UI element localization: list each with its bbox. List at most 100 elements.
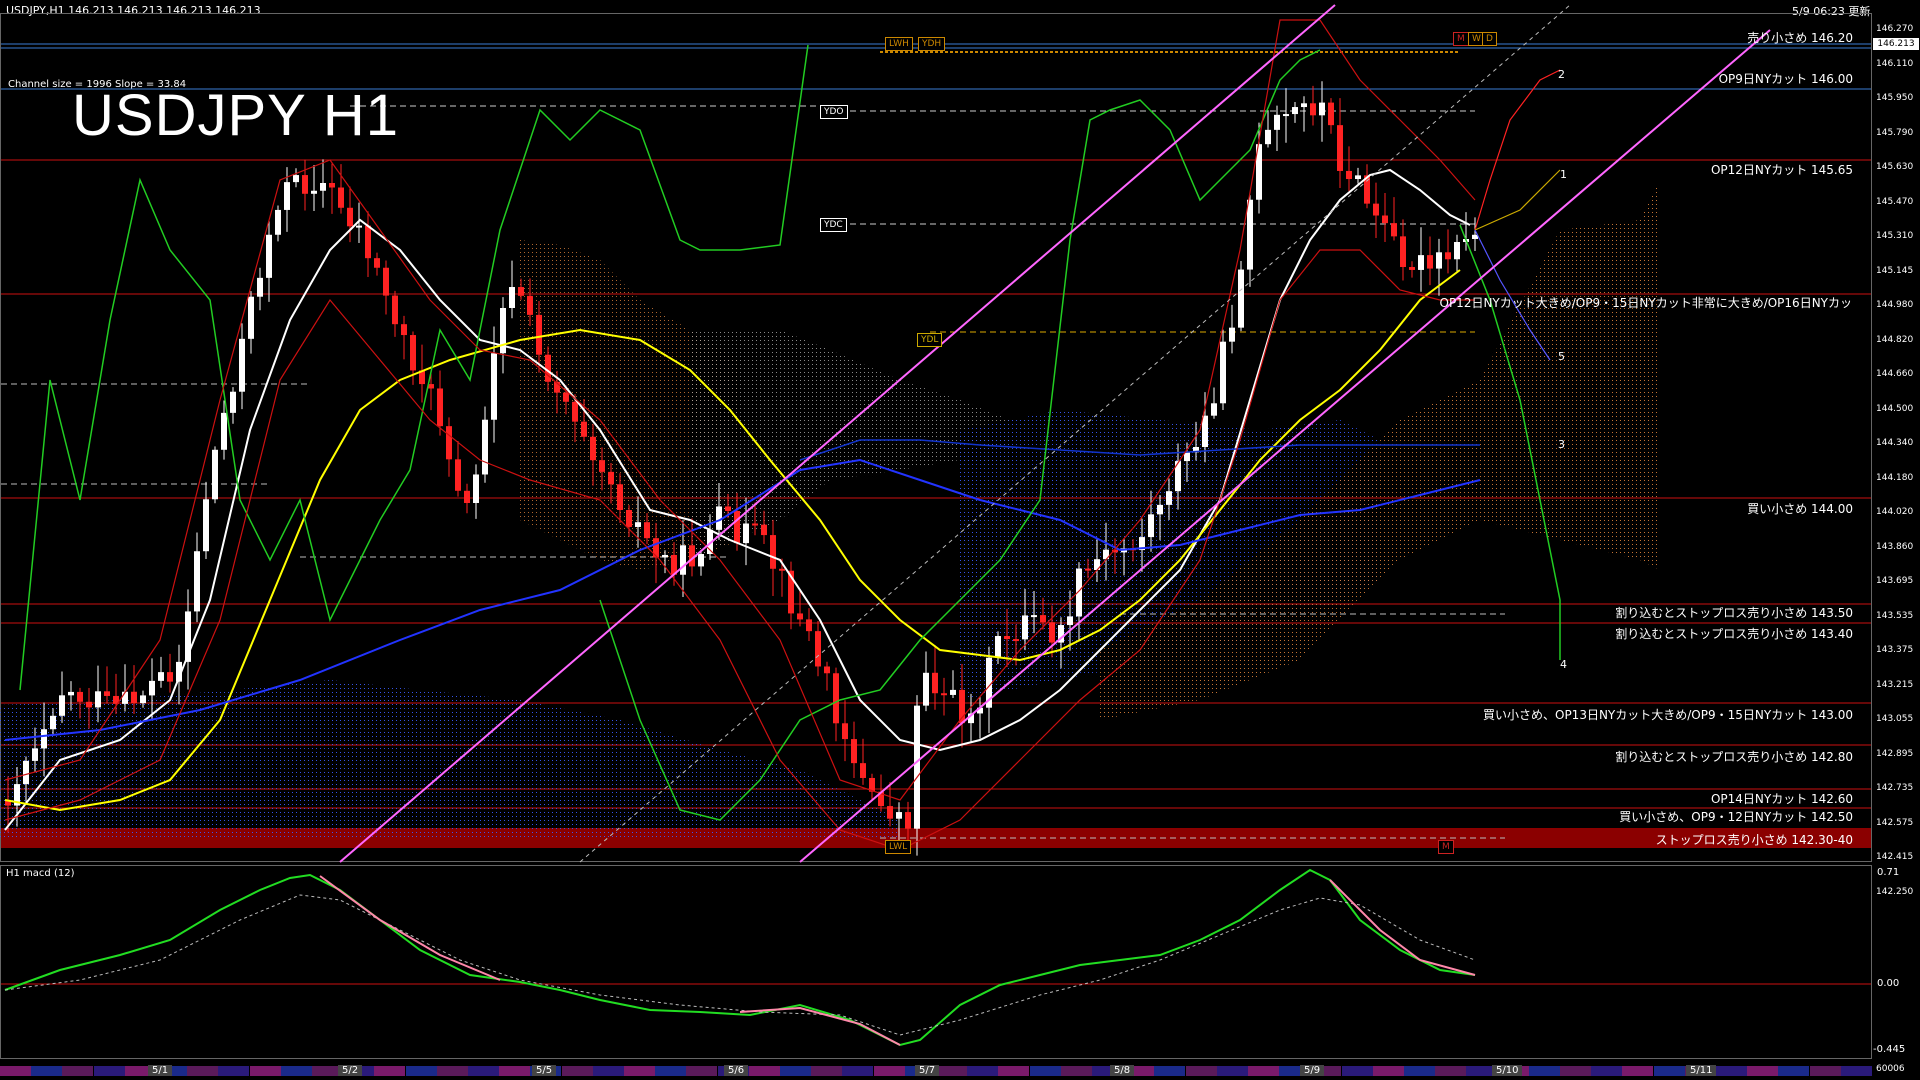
candle-body xyxy=(842,723,848,740)
price-annotation: 売り小さめ 146.20 xyxy=(1747,31,1853,45)
candle-body xyxy=(626,510,632,527)
date-segment xyxy=(1248,1066,1279,1076)
candle-body xyxy=(1220,341,1226,404)
candle-body xyxy=(860,763,866,778)
candle-body xyxy=(572,401,578,422)
date-segment xyxy=(967,1066,999,1076)
level-tag-m: M xyxy=(1453,32,1469,46)
candle-body xyxy=(104,691,110,696)
candle-body xyxy=(455,459,461,491)
candle-body xyxy=(1418,255,1424,270)
candle-body xyxy=(590,436,596,461)
candle-body xyxy=(1346,170,1352,180)
date-segment xyxy=(1404,1066,1435,1076)
level-tag-d: D xyxy=(1482,32,1497,46)
candle-body xyxy=(905,812,911,829)
date-segment xyxy=(561,1066,593,1076)
date-label: 5/9 xyxy=(1300,1065,1325,1076)
candle-body xyxy=(374,258,380,268)
candle-body xyxy=(365,225,371,259)
candle-body xyxy=(635,522,641,527)
candle-body xyxy=(1202,415,1208,447)
candle-body xyxy=(608,471,614,485)
date-segment xyxy=(842,1066,874,1076)
cloud-blue-lower xyxy=(0,680,900,840)
candle-body xyxy=(1040,615,1046,623)
candle-body xyxy=(914,705,920,829)
candle-body xyxy=(563,392,569,402)
candle-body xyxy=(194,551,200,612)
macd-panel-label: H1 macd (12) xyxy=(6,868,75,879)
chart-big-title: USDJPY H1 xyxy=(72,83,400,148)
price-scale-label: 145.145 xyxy=(1876,265,1914,276)
price-scale-label: 144.180 xyxy=(1876,472,1914,483)
candle-body xyxy=(95,691,101,708)
candle-body xyxy=(815,631,821,667)
candle-body xyxy=(311,190,317,194)
candle-body xyxy=(1211,403,1217,416)
date-segment xyxy=(1809,1066,1841,1076)
candle-body xyxy=(482,419,488,475)
price-scale[interactable]: 146.270 146.110 145.950 145.790 145.630 145.4… xyxy=(1872,0,1920,897)
candle-body xyxy=(1157,504,1163,515)
price-chart-canvas[interactable] xyxy=(0,0,1920,1080)
date-label: 5/11 xyxy=(1686,1065,1717,1076)
candle-body xyxy=(851,739,857,764)
candle-body xyxy=(203,499,209,552)
price-scale-label: 142.735 xyxy=(1876,783,1914,793)
candle-body xyxy=(932,672,938,694)
candle-body xyxy=(950,689,956,695)
price-annotation: OP9日NYカット 146.00 xyxy=(1718,72,1853,86)
candle-body xyxy=(131,691,137,704)
date-segment xyxy=(374,1066,406,1076)
macd-scale-top: 0.71 xyxy=(1877,867,1900,878)
candle-body xyxy=(680,545,686,575)
date-segment xyxy=(468,1066,499,1076)
date-segment xyxy=(998,1066,1030,1076)
candle-body xyxy=(41,729,47,749)
candle-body xyxy=(1292,107,1298,115)
price-scale-label: 143.695 xyxy=(1876,576,1914,586)
date-segment xyxy=(686,1066,718,1076)
candle-body xyxy=(383,267,389,296)
candle-body xyxy=(86,701,92,708)
candle-body xyxy=(356,225,362,228)
candle-body xyxy=(275,209,281,235)
date-axis[interactable]: 5/1 5/2 5/5 5/6 5/7 5/8 5/9 5/10 5/11 xyxy=(0,1062,1872,1080)
candle-body xyxy=(779,568,785,571)
candle-body xyxy=(230,391,236,413)
price-scale-label: 145.790 xyxy=(1876,127,1914,138)
date-segment xyxy=(1560,1066,1591,1076)
macd-scale-zero: 0.00 xyxy=(1877,978,1900,989)
candle-body xyxy=(149,680,155,696)
candle-body xyxy=(50,715,56,730)
price-annotation: 買い小さめ、OP9・12日NYカット 142.50 xyxy=(1619,810,1853,824)
candle-body xyxy=(1355,175,1361,180)
price-scale-label: 146.270 xyxy=(1876,24,1914,34)
candle-body xyxy=(833,673,839,724)
candle-body xyxy=(23,760,29,785)
candle-body xyxy=(59,695,65,716)
price-annotation: OP12日NYカット 145.65 xyxy=(1710,163,1853,177)
candle-body xyxy=(1166,491,1172,505)
candle-body xyxy=(617,484,623,511)
level-tag-ydo: YDO xyxy=(820,105,848,119)
price-scale-label: 144.500 xyxy=(1876,403,1914,414)
date-segment xyxy=(31,1066,63,1076)
date-segment xyxy=(1060,1066,1092,1076)
wave-label: 4 xyxy=(1560,658,1567,671)
candle-body xyxy=(941,693,947,696)
price-annotation: ストップロス売り小さめ 142.30-40 xyxy=(1655,833,1853,847)
candle-body xyxy=(995,636,1001,658)
date-segment xyxy=(748,1066,780,1076)
price-scale-label: 144.820 xyxy=(1876,334,1914,345)
date-segment xyxy=(1716,1066,1747,1076)
candle-body xyxy=(32,748,38,761)
date-label: 5/7 xyxy=(915,1065,940,1076)
macd-down-segment-3 xyxy=(1329,879,1476,976)
indicator-bands xyxy=(0,180,1660,840)
candle-body xyxy=(437,388,443,427)
price-scale-label: 145.950 xyxy=(1876,93,1914,103)
wave-label: 1 xyxy=(1560,168,1567,181)
candle-body xyxy=(284,182,290,210)
